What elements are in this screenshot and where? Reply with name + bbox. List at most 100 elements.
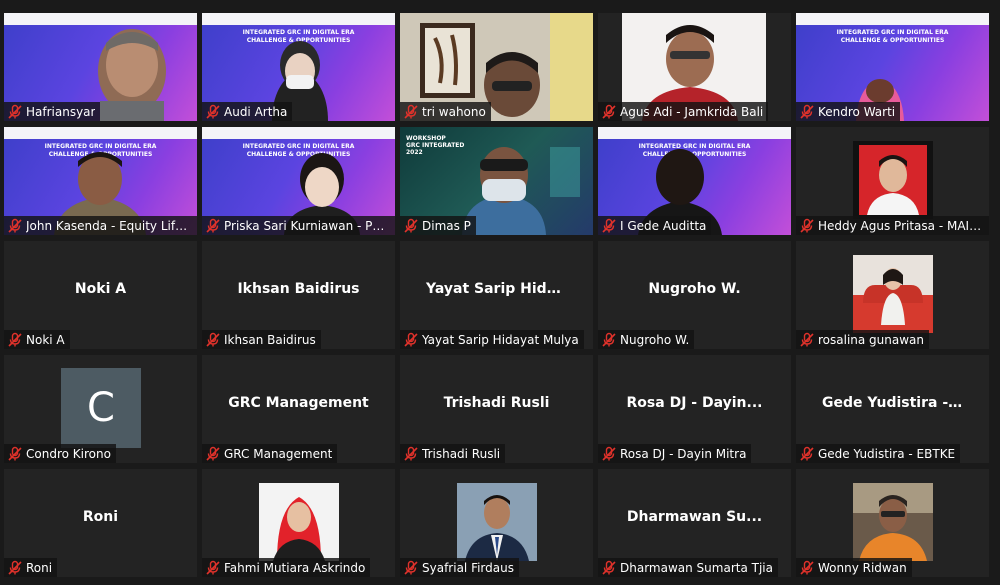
microphone-muted-icon [8, 218, 22, 233]
participant-nameplate: Kendro Warti [796, 102, 901, 121]
participant-nameplate: I Gede Auditta [598, 216, 712, 235]
participant-tile[interactable]: Ikhsan Baidirus Ikhsan Baidirus [202, 241, 395, 349]
participant-display-name: Ikhsan Baidirus [237, 281, 360, 297]
participant-nameplate: Noki A [4, 330, 70, 349]
profile-photo [259, 483, 339, 561]
participant-tile[interactable]: Heddy Agus Pritasa - MAIP... [796, 127, 989, 235]
profile-photo [853, 483, 933, 561]
participant-tile[interactable]: Gede Yudistira -... Gede Yudistira - EBT… [796, 355, 989, 463]
participant-tile[interactable]: Fahmi Mutiara Askrindo [202, 469, 395, 577]
participant-nameplate: John Kasenda - Equity Life ... [4, 216, 197, 235]
participant-tile[interactable]: Hafriansyar [4, 13, 197, 121]
participant-name: Trishadi Rusli [422, 446, 501, 461]
participant-grid: Hafriansyar INTEGRATED GRC IN DIGITAL ER… [4, 13, 996, 581]
participant-name: Heddy Agus Pritasa - MAIP... [818, 218, 984, 233]
participant-name: John Kasenda - Equity Life ... [26, 218, 192, 233]
participant-name: tri wahono [422, 104, 486, 119]
participant-nameplate: Trishadi Rusli [400, 444, 506, 463]
microphone-muted-icon [800, 560, 814, 575]
participant-nameplate: Gede Yudistira - EBTKE [796, 444, 961, 463]
participant-tile[interactable]: GRC Management GRC Management [202, 355, 395, 463]
participant-nameplate: Priska Sari Kurniawan - PT ... [202, 216, 395, 235]
participant-nameplate: Heddy Agus Pritasa - MAIP... [796, 216, 989, 235]
microphone-muted-icon [800, 104, 814, 119]
participant-name: Gede Yudistira - EBTKE [818, 446, 956, 461]
participant-nameplate: Audi Artha [202, 102, 293, 121]
participant-display-name: Rosa DJ - Dayin... [626, 395, 763, 411]
participant-display-name: Roni [82, 509, 119, 525]
participant-nameplate: Condro Kirono [4, 444, 116, 463]
participant-display-name: Yayat Sarip Hida... [426, 281, 573, 297]
participant-nameplate: GRC Management [202, 444, 338, 463]
profile-photo [853, 141, 933, 219]
participant-tile[interactable]: Dharmawan Su... Dharmawan Sumarta Tjia [598, 469, 791, 577]
participant-name: GRC Management [224, 446, 333, 461]
participant-display-name: Dharmawan Su... [626, 509, 763, 525]
participant-tile[interactable]: INTEGRATED GRC IN DIGITAL ERA CHALLENGE … [4, 127, 197, 235]
participant-tile[interactable]: Wonny Ridwan [796, 469, 989, 577]
participant-tile[interactable]: C Condro Kirono [4, 355, 197, 463]
participant-name: Dharmawan Sumarta Tjia [620, 560, 773, 575]
participant-tile[interactable]: Rosa DJ - Dayin... Rosa DJ - Dayin Mitra [598, 355, 791, 463]
participant-nameplate: Dimas P [400, 216, 476, 235]
participant-tile[interactable]: tri wahono [400, 13, 593, 121]
participant-tile[interactable]: Syafrial Firdaus [400, 469, 593, 577]
participant-name: Fahmi Mutiara Askrindo [224, 560, 366, 575]
microphone-muted-icon [404, 218, 418, 233]
participant-nameplate: Yayat Sarip Hidayat Mulya [400, 330, 584, 349]
microphone-muted-icon [800, 332, 814, 347]
microphone-muted-icon [800, 218, 814, 233]
profile-photo [853, 255, 933, 333]
participant-nameplate: Ikhsan Baidirus [202, 330, 321, 349]
participant-nameplate: tri wahono [400, 102, 491, 121]
participant-tile[interactable]: WORKSHOP GRC INTEGRATED 2022 Dimas P [400, 127, 593, 235]
participant-name: Hafriansyar [26, 104, 96, 119]
microphone-muted-icon [8, 104, 22, 119]
participant-tile[interactable]: INTEGRATED GRC IN DIGITAL ERA CHALLENGE … [202, 127, 395, 235]
participant-tile[interactable]: Roni Roni [4, 469, 197, 577]
participant-nameplate: Hafriansyar [4, 102, 101, 121]
participant-name: Kendro Warti [818, 104, 896, 119]
microphone-muted-icon [602, 332, 616, 347]
participant-tile[interactable]: INTEGRATED GRC IN DIGITAL ERA CHALLENGE … [796, 13, 989, 121]
microphone-muted-icon [602, 218, 616, 233]
participant-display-name: Trishadi Rusli [443, 395, 550, 411]
participant-tile[interactable]: Yayat Sarip Hida... Yayat Sarip Hidayat … [400, 241, 593, 349]
participant-nameplate: Agus Adi - Jamkrida Bali [598, 102, 769, 121]
participant-tile[interactable]: Agus Adi - Jamkrida Bali [598, 13, 791, 121]
participant-name: rosalina gunawan [818, 332, 925, 347]
avatar-initial: C [61, 368, 141, 448]
participant-tile[interactable]: Noki A Noki A [4, 241, 197, 349]
participant-tile[interactable]: Trishadi Rusli Trishadi Rusli [400, 355, 593, 463]
participant-nameplate: Fahmi Mutiara Askrindo [202, 558, 371, 577]
participant-display-name: GRC Management [228, 395, 369, 411]
participant-name: Syafrial Firdaus [422, 560, 514, 575]
participant-name: Condro Kirono [26, 446, 111, 461]
participant-tile[interactable]: Nugroho W. Nugroho W. [598, 241, 791, 349]
participant-name: Noki A [26, 332, 65, 347]
profile-photo [457, 483, 537, 561]
participant-nameplate: Roni [4, 558, 58, 577]
microphone-muted-icon [404, 446, 418, 461]
participant-tile[interactable]: rosalina gunawan [796, 241, 989, 349]
microphone-muted-icon [206, 218, 220, 233]
participant-name: Rosa DJ - Dayin Mitra [620, 446, 747, 461]
microphone-muted-icon [602, 560, 616, 575]
microphone-muted-icon [8, 332, 22, 347]
microphone-muted-icon [8, 446, 22, 461]
microphone-muted-icon [206, 446, 220, 461]
participant-tile[interactable]: INTEGRATED GRC IN DIGITAL ERA CHALLENGE … [202, 13, 395, 121]
microphone-muted-icon [8, 560, 22, 575]
microphone-muted-icon [404, 104, 418, 119]
participant-nameplate: Syafrial Firdaus [400, 558, 519, 577]
microphone-muted-icon [206, 104, 220, 119]
participant-display-name: Gede Yudistira -... [822, 395, 965, 411]
participant-nameplate: Rosa DJ - Dayin Mitra [598, 444, 752, 463]
participant-name: Nugroho W. [620, 332, 690, 347]
participant-tile[interactable]: INTEGRATED GRC IN DIGITAL ERA CHALLENGE … [598, 127, 791, 235]
participant-nameplate: Dharmawan Sumarta Tjia [598, 558, 778, 577]
participant-name: Yayat Sarip Hidayat Mulya [422, 332, 579, 347]
participant-nameplate: rosalina gunawan [796, 330, 930, 349]
participant-name: Agus Adi - Jamkrida Bali [620, 104, 764, 119]
participant-name: Dimas P [422, 218, 471, 233]
